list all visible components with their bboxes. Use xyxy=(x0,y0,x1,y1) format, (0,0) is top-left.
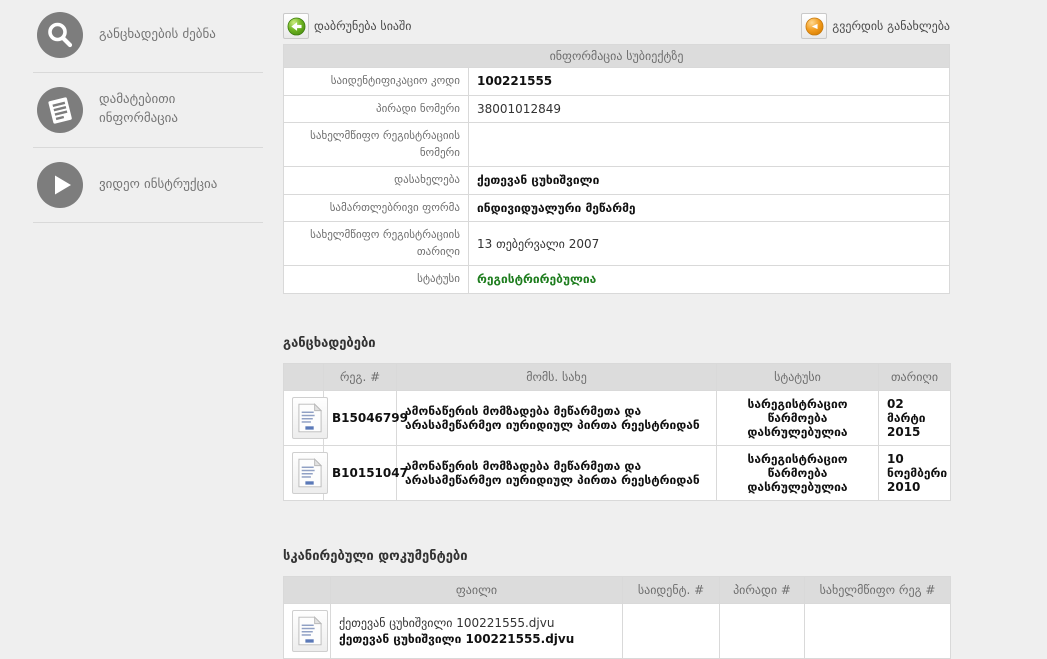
sidebar-item-label: ვიდეო ინსტრუქცია xyxy=(99,176,218,192)
document-thumbnail-icon xyxy=(298,457,322,487)
sidebar-item-label: განცხადების ძებნა xyxy=(99,26,216,42)
main-content: დაბრუნება სიაში გვერდის განახლება ინფორმ… xyxy=(283,0,951,659)
scanned-document-button[interactable] xyxy=(292,609,328,652)
subject-info-table: ინფორმაცია სუბიექტზე საიდენტიფიკაციო კოდ… xyxy=(283,44,950,294)
document-icon xyxy=(37,87,83,133)
application-service-name: ამონაწერის მომზადება მეწარმეთა და არასამ… xyxy=(396,389,717,446)
info-row-state-registration-number: სახელმწიფო რეგისტრაციის ნომერი xyxy=(284,122,949,166)
document-file-cell: ქეთევან ცუხიშვილი 100221555.djvu ქეთევან… xyxy=(330,602,623,659)
applications-table: რეგ. # მომს. სახე სტატუსი თარიღი B150467… xyxy=(283,362,951,501)
document-personal-number xyxy=(719,602,805,659)
play-icon xyxy=(37,162,83,208)
documents-header-state-reg: სახელმწიფო რეგ # xyxy=(804,575,951,604)
info-label: დასახელება xyxy=(284,167,469,194)
registration-date-value: 13 თებერვალი 2007 xyxy=(477,236,600,251)
document-file-name: ქეთევან ცუხიშვილი 100221555.djvu xyxy=(339,631,575,646)
sidebar-divider xyxy=(33,147,263,148)
application-reg-number: B15046799 xyxy=(323,389,408,446)
info-row-name: დასახელება ქეთევან ცუხიშვილი xyxy=(284,166,949,194)
info-row-status: სტატუსი რეგისტრირებულია xyxy=(284,265,949,293)
info-row-personal-number: პირადი ნომერი 38001012849 xyxy=(284,94,949,122)
documents-header-ident: საიდენტ. # xyxy=(622,575,720,604)
info-row-legal-form: სამართლებრივი ფორმა ინდივიდუალური მეწარმ… xyxy=(284,193,949,221)
search-icon xyxy=(37,12,83,58)
application-reg-number: B10151047 xyxy=(323,444,408,501)
personal-number-value: 38001012849 xyxy=(477,101,561,116)
documents-header-icon xyxy=(283,575,331,604)
status-badge: რეგისტრირებულია xyxy=(477,272,597,287)
applications-header-reg: რეგ. # xyxy=(323,362,397,391)
application-document-button[interactable] xyxy=(292,451,328,494)
document-state-reg-number xyxy=(804,602,951,659)
table-row: B10151047 ამონაწერის მომზადება მეწარმეთა… xyxy=(283,444,951,501)
document-ident-number xyxy=(622,602,720,659)
subject-info-title: ინფორმაცია სუბიექტზე xyxy=(284,45,949,67)
refresh-page-label: გვერდის განახლება xyxy=(832,19,950,33)
sidebar: განცხადების ძებნა დამატებითი ინფორმაცია xyxy=(0,0,283,225)
documents-header-personal: პირადი # xyxy=(719,575,805,604)
documents-header-file: ფაილი xyxy=(330,575,623,604)
application-date: 10 ნოემბერი 2010 xyxy=(878,444,951,501)
sidebar-divider xyxy=(33,72,263,73)
applications-section-title: განცხადებები xyxy=(283,335,376,351)
back-arrow-icon xyxy=(283,13,309,39)
info-label: სტატუსი xyxy=(284,266,469,293)
subject-name-value: ქეთევან ცუხიშვილი xyxy=(477,173,600,188)
application-service-name: ამონაწერის მომზადება მეწარმეთა და არასამ… xyxy=(396,444,717,501)
info-row-identification-code: საიდენტიფიკაციო კოდი 100221555 xyxy=(284,67,949,95)
application-status: სარეგისტრაციო წარმოება დასრულებულია xyxy=(716,444,879,501)
document-thumbnail-icon xyxy=(298,402,322,432)
scanned-documents-section-title: სკანირებული დოკუმენტები xyxy=(283,548,468,564)
document-file-link[interactable]: ქეთევან ცუხიშვილი 100221555.djvu xyxy=(339,616,614,630)
applications-header-status: სტატუსი xyxy=(716,362,879,391)
state-registration-number-value xyxy=(469,133,949,157)
applications-header-date: თარიღი xyxy=(878,362,951,391)
sidebar-item-additional-info[interactable]: დამატებითი ინფორმაცია xyxy=(0,75,283,145)
sidebar-item-label: დამატებითი ინფორმაცია xyxy=(99,92,178,126)
sidebar-item-video-instruction[interactable]: ვიდეო ინსტრუქცია xyxy=(0,150,283,220)
toolbar: დაბრუნება სიაში გვერდის განახლება xyxy=(283,12,950,40)
info-label: პირადი ნომერი xyxy=(284,95,469,122)
refresh-icon xyxy=(801,13,828,39)
table-row: ქეთევან ცუხიშვილი 100221555.djvu ქეთევან… xyxy=(283,602,951,659)
info-label: სახელმწიფო რეგისტრაციის თარიღი xyxy=(284,222,469,265)
identification-code-value: 100221555 xyxy=(477,74,553,89)
document-thumbnail-icon xyxy=(298,615,322,645)
documents-header-row: ფაილი საიდენტ. # პირადი # სახელმწიფო რეგ… xyxy=(283,575,951,604)
applications-header-icon xyxy=(283,362,324,391)
back-to-list-label: დაბრუნება სიაში xyxy=(314,19,412,33)
table-row: B15046799 ამონაწერის მომზადება მეწარმეთა… xyxy=(283,389,951,446)
refresh-page-button[interactable]: გვერდის განახლება xyxy=(801,13,950,39)
scanned-documents-table: ფაილი საიდენტ. # პირადი # სახელმწიფო რეგ… xyxy=(283,575,951,659)
info-label: სამართლებრივი ფორმა xyxy=(284,194,469,221)
legal-form-value: ინდივიდუალური მეწარმე xyxy=(477,200,636,215)
application-document-button[interactable] xyxy=(292,396,328,439)
back-to-list-button[interactable]: დაბრუნება სიაში xyxy=(283,13,411,39)
info-label: სახელმწიფო რეგისტრაციის ნომერი xyxy=(284,123,469,166)
sidebar-divider xyxy=(33,222,263,223)
info-row-registration-date: სახელმწიფო რეგისტრაციის თარიღი 13 თებერვ… xyxy=(284,221,949,265)
applications-header-row: რეგ. # მომს. სახე სტატუსი თარიღი xyxy=(283,362,951,391)
application-date: 02 მარტი 2015 xyxy=(878,389,951,446)
sidebar-item-search-application[interactable]: განცხადების ძებნა xyxy=(0,0,283,70)
info-label: საიდენტიფიკაციო კოდი xyxy=(284,68,469,95)
applications-header-service: მომს. სახე xyxy=(396,362,717,391)
application-status: სარეგისტრაციო წარმოება დასრულებულია xyxy=(716,389,879,446)
